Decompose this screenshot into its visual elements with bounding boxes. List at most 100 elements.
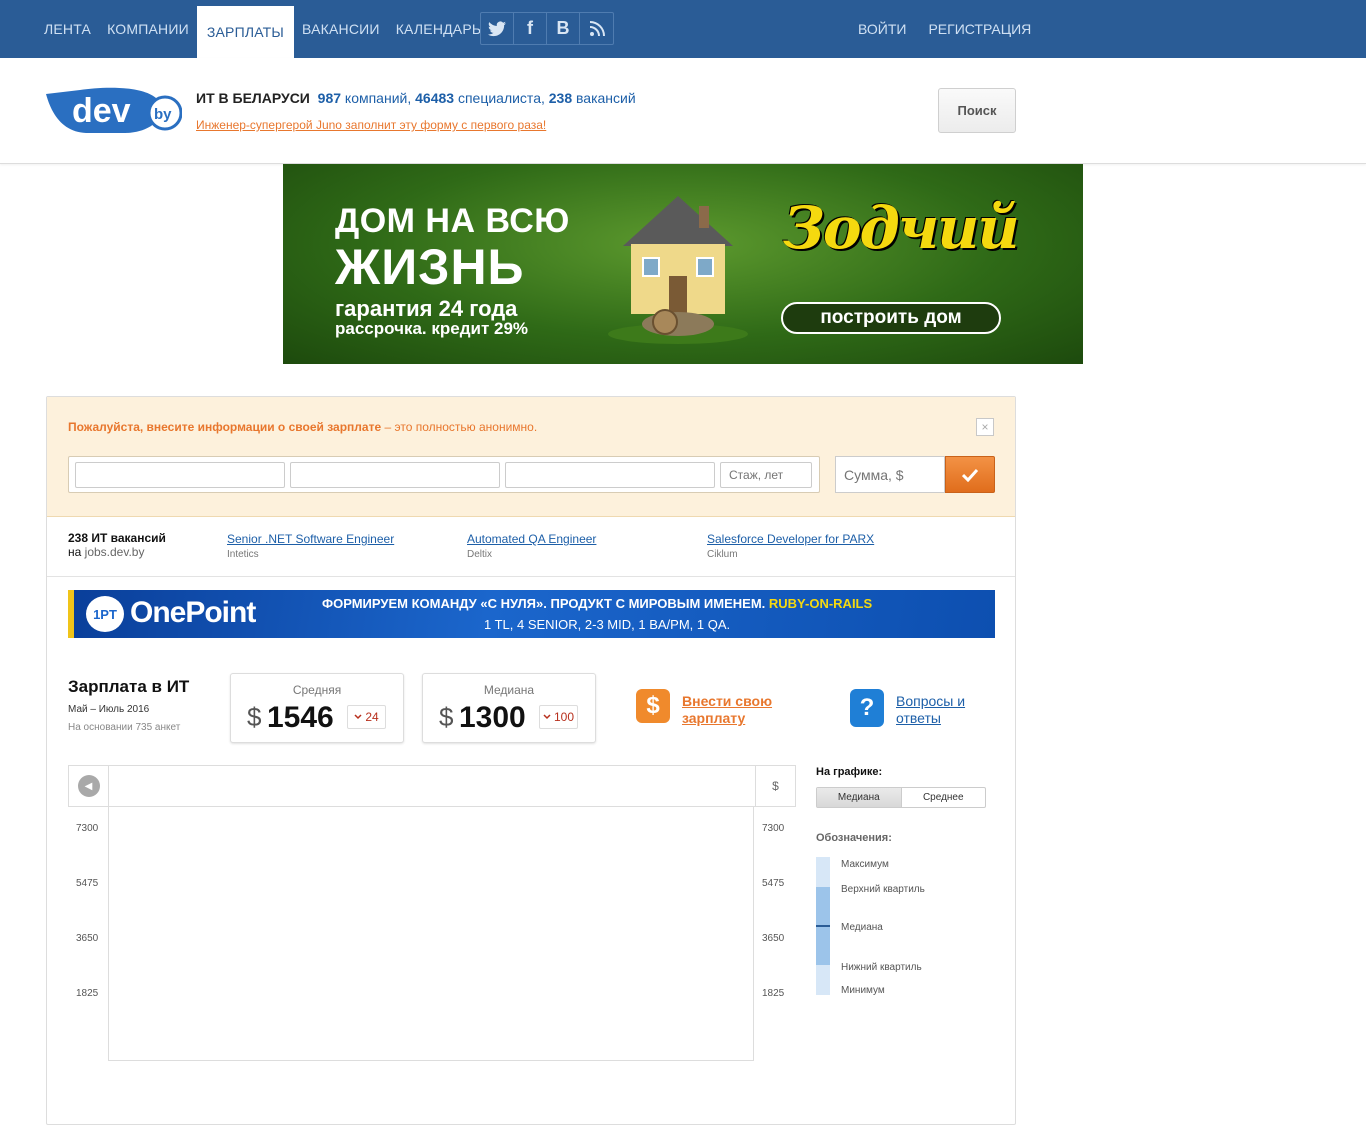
job-title[interactable]: Salesforce Developer for PARX <box>707 532 874 546</box>
specialists-count[interactable]: 46483 <box>415 90 454 106</box>
y-tick-label: 3650 <box>76 933 99 944</box>
main-menu: ЛЕНТА КОМПАНИИ ЗАРПЛАТЫ ВАКАНСИИ КАЛЕНДА… <box>36 0 489 58</box>
onepoint-logo: 1PT <box>86 596 124 632</box>
checkmark-icon <box>962 468 978 482</box>
vkontakte-icon[interactable]: B <box>547 13 580 44</box>
average-label: Средняя <box>292 683 342 697</box>
build-house-button[interactable]: построить дом <box>781 302 1001 334</box>
median-value: 1300 <box>459 701 526 734</box>
jobs-site-prefix: на <box>68 545 82 559</box>
companies-label[interactable]: компаний, <box>345 90 411 106</box>
chart-legend: На графике: Медиана Среднее Обозначения:… <box>816 765 996 1015</box>
median-delta-value: 100 <box>553 710 575 724</box>
nav-item-salaries[interactable]: ЗАРПЛАТЫ <box>196 6 295 58</box>
chevron-down-icon <box>354 714 362 720</box>
house-illustration <box>608 196 748 344</box>
toggle-median[interactable]: Медиана <box>817 788 902 807</box>
sum-field[interactable] <box>835 456 945 493</box>
jobs-count-label: 238 ИТ вакансий <box>68 531 166 545</box>
top-nav: ЛЕНТА КОМПАНИИ ЗАРПЛАТЫ ВАКАНСИИ КАЛЕНДА… <box>0 0 1366 58</box>
chart-toolbar: ◀ $ <box>68 765 796 807</box>
dev-by-logo[interactable]: dev by <box>46 86 183 136</box>
metric-toggle: Медиана Среднее <box>816 787 986 808</box>
legend-max: Максимум <box>841 859 889 870</box>
jobs-count: 238 ИТ вакансий на jobs.dev.by <box>68 531 166 559</box>
social-links: f B <box>480 12 614 45</box>
chart-prev-button[interactable]: ◀ <box>69 766 109 806</box>
experience-field[interactable] <box>720 462 812 488</box>
site-stats: ИТ В БЕЛАРУСИ 987 компаний, 46483 специа… <box>196 90 636 106</box>
search-button[interactable]: Поиск <box>938 88 1016 133</box>
job-item: Salesforce Developer for PARX Ciklum <box>707 532 874 560</box>
y-tick-label: 1825 <box>76 988 99 999</box>
form-prompt-bold: Пожалуйста, внесите информации о своей з… <box>68 420 382 434</box>
job-title[interactable]: Senior .NET Software Engineer <box>227 532 394 546</box>
nav-item-calendar[interactable]: КАЛЕНДАРЬ <box>388 0 490 58</box>
facebook-icon[interactable]: f <box>514 13 547 44</box>
y-tick-label: 7300 <box>762 823 785 834</box>
y-tick-label: 5475 <box>76 878 99 889</box>
submit-button[interactable] <box>945 456 995 493</box>
y-tick-label: 3650 <box>762 933 785 944</box>
job-company: Deltix <box>467 549 493 560</box>
toggle-average[interactable]: Среднее <box>902 788 986 807</box>
register-link[interactable]: РЕГИСТРАЦИЯ <box>928 21 1031 37</box>
jobs-site[interactable]: jobs.dev.by <box>85 545 145 559</box>
position-field[interactable] <box>75 462 285 488</box>
companies-count[interactable]: 987 <box>318 90 341 106</box>
level-field[interactable] <box>505 462 715 488</box>
salary-form: Пожалуйста, внесите информации о своей з… <box>47 397 1015 517</box>
tagline-prefix: ИТ В БЕЛАРУСИ <box>196 90 310 106</box>
onepoint-line1: ФОРМИРУЕМ КОМАНДУ «С НУЛЯ». ПРОДУКТ С МИ… <box>322 596 766 611</box>
legend-lower-quartile: Нижний квартиль <box>841 962 922 973</box>
stats-period: Май – Июль 2016 <box>68 704 150 715</box>
form-fields <box>68 456 820 493</box>
dollar-plus-icon: $ <box>636 689 670 723</box>
faq-text[interactable]: Вопросы и ответы <box>896 693 996 727</box>
ad-banner[interactable]: ДОМ НА ВСЮ ЖИЗНЬ гарантия 24 года рассро… <box>283 164 1083 364</box>
average-salary-box: Средняя $ 1546 24 <box>230 673 404 743</box>
nav-item-companies[interactable]: КОМПАНИИ <box>99 0 197 58</box>
median-currency: $ <box>439 702 454 732</box>
onepoint-line2: 1 TL, 4 SENIOR, 2-3 MID, 1 BA/PM, 1 QA. <box>484 617 731 632</box>
enter-salary-text[interactable]: Внести свою зарплату <box>682 693 802 727</box>
specialization-field[interactable] <box>290 462 500 488</box>
banner-headline-1: ДОМ НА ВСЮ <box>335 202 570 240</box>
login-link[interactable]: ВОЙТИ <box>858 21 906 37</box>
nav-item-feed[interactable]: ЛЕНТА <box>36 0 99 58</box>
legend-box-sample <box>816 857 830 995</box>
median-delta: 100 <box>539 705 578 729</box>
nav-item-vacancies[interactable]: ВАКАНСИИ <box>294 0 388 58</box>
stats-basis: На основании 735 анкет <box>68 722 181 733</box>
onepoint-headline: ФОРМИРУЕМ КОМАНДУ «С НУЛЯ». ПРОДУКТ С МИ… <box>322 596 872 611</box>
job-company: Ciklum <box>707 549 738 560</box>
logo-text: dev <box>72 92 131 130</box>
y-tick-label: 5475 <box>762 878 785 889</box>
job-item: Senior .NET Software Engineer Intetics <box>227 532 394 560</box>
job-title[interactable]: Automated QA Engineer <box>467 532 596 546</box>
specialists-label[interactable]: специалиста, <box>458 90 545 106</box>
chevron-down-icon <box>543 714 551 720</box>
chart-plot-area <box>108 807 754 1061</box>
salary-card: Пожалуйста, внесите информации о своей з… <box>46 396 1016 1125</box>
salary-chart: ◀ $ 7300 7300 5475 5475 3650 3650 1825 1825 <box>68 765 796 1061</box>
jobs-strip: 238 ИТ вакансий на jobs.dev.by Senior .N… <box>47 517 1015 577</box>
median-label: Медиана <box>483 683 535 697</box>
site-header: dev by ИТ В БЕЛАРУСИ 987 компаний, 46483… <box>0 58 1366 164</box>
rss-icon[interactable] <box>580 13 613 44</box>
median-salary-box: Медиана $ 1300 100 <box>422 673 596 743</box>
promo-link[interactable]: Инженер-супергерой Juno заполнит эту фор… <box>196 118 546 132</box>
onepoint-banner[interactable]: 1PT OnePoint ФОРМИРУЕМ КОМАНДУ «С НУЛЯ».… <box>68 590 995 638</box>
average-delta: 24 <box>347 705 386 729</box>
vacancies-label[interactable]: вакансий <box>576 90 636 106</box>
banner-headline-2: ЖИЗНЬ <box>335 239 525 295</box>
logo-suffix: by <box>154 106 172 123</box>
vacancies-count[interactable]: 238 <box>549 90 572 106</box>
close-icon[interactable]: × <box>976 418 994 436</box>
y-tick-label: 7300 <box>76 823 99 834</box>
y-tick-label: 1825 <box>762 988 785 999</box>
auth-links: ВОЙТИ РЕГИСТРАЦИЯ <box>858 0 1031 58</box>
twitter-icon[interactable] <box>481 13 514 44</box>
chart-currency-label: $ <box>755 766 795 806</box>
average-value: 1546 <box>267 701 334 734</box>
